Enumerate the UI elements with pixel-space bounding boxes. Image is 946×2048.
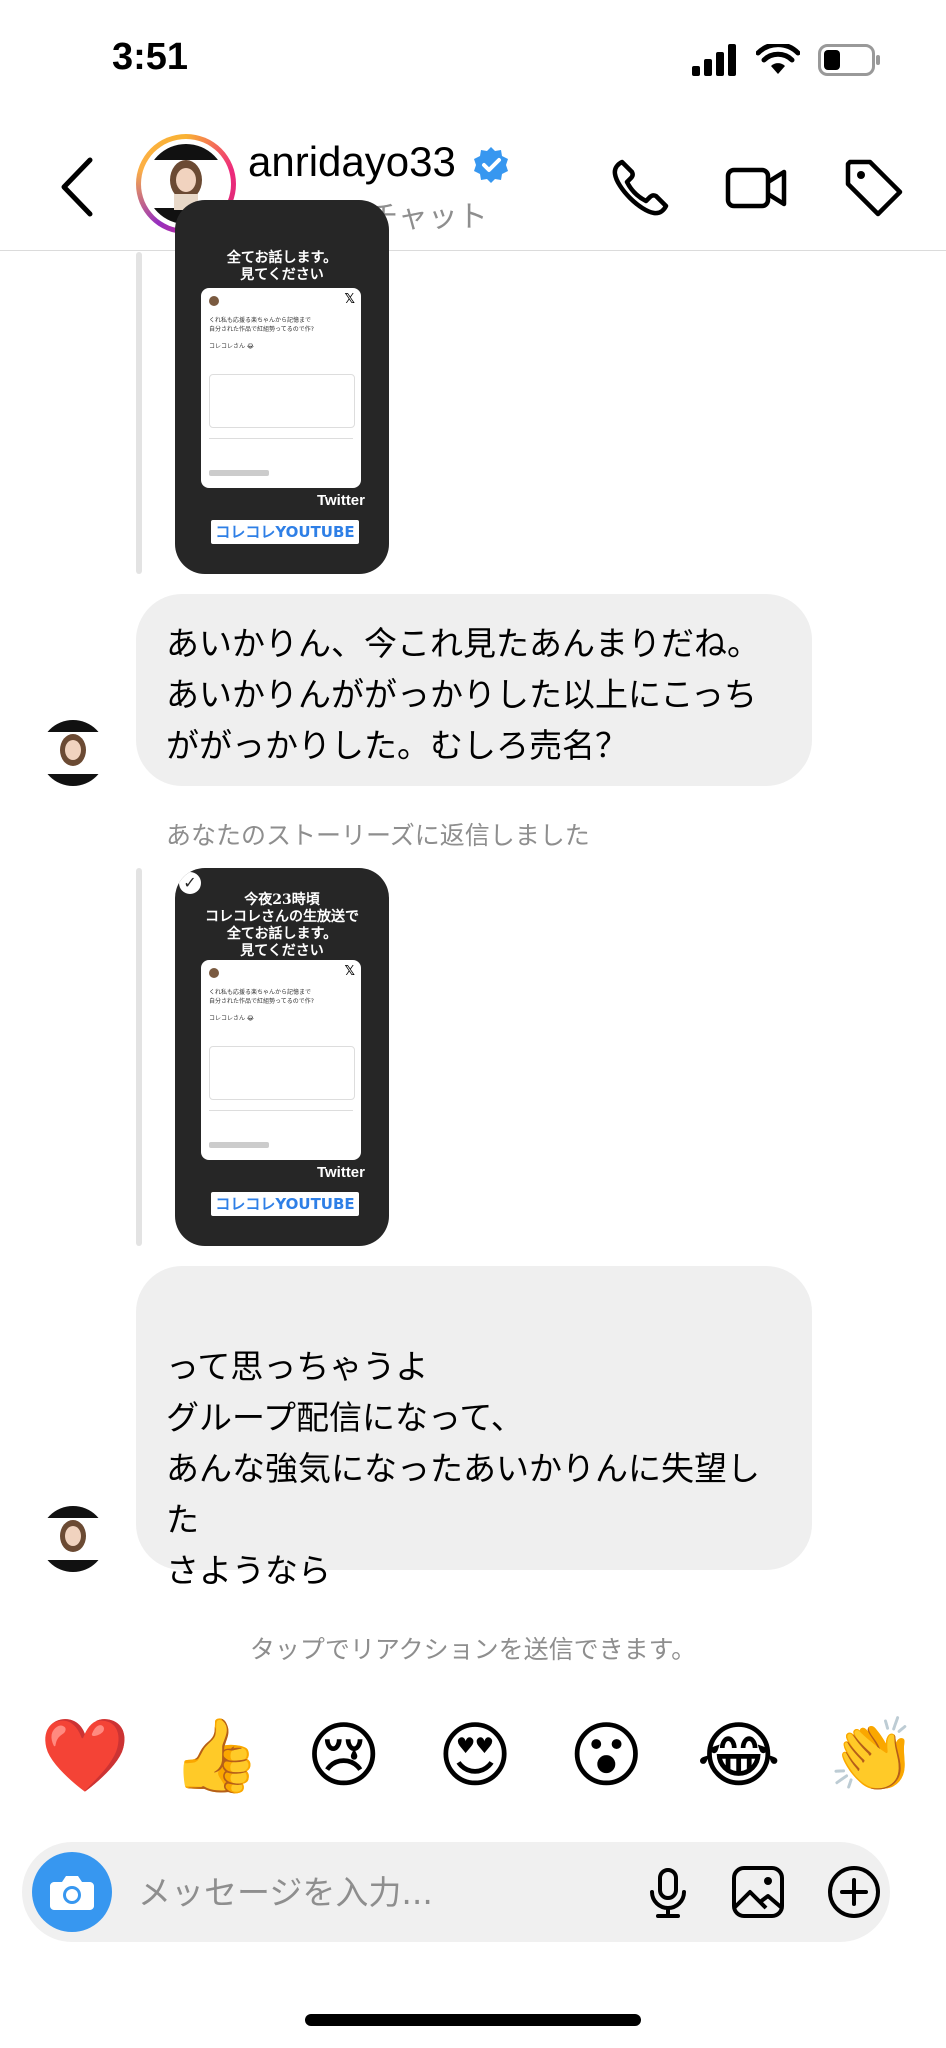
tweet-line: コレコレさん 😂 bbox=[209, 1015, 254, 1022]
video-call-icon[interactable] bbox=[724, 156, 788, 220]
microphone-icon[interactable] bbox=[640, 1864, 696, 1920]
tweet-card: 𝕏 くれ私も応援る楽ちゃんから記憶まで 自分された作品で紅組勢ってるので作? コ… bbox=[201, 960, 361, 1160]
reply-indicator bbox=[136, 868, 142, 1246]
tweet-line: くれ私も応援る楽ちゃんから記憶まで bbox=[209, 317, 312, 324]
quoted-tweet bbox=[209, 1046, 355, 1100]
status-time: 3:51 bbox=[112, 36, 189, 78]
verified-badge-icon bbox=[474, 147, 508, 183]
reaction-heart-eyes[interactable]: 😍 bbox=[434, 1714, 516, 1796]
reaction-crying[interactable]: 😢 bbox=[303, 1714, 385, 1796]
tweet-avatar bbox=[209, 968, 219, 978]
quick-reactions: ❤️ 👍 😢 😍 😮 😂 👏 bbox=[40, 1714, 918, 1796]
sender-avatar[interactable] bbox=[40, 1506, 106, 1572]
message-composer bbox=[22, 1842, 890, 1942]
x-logo-icon: 𝕏 bbox=[344, 292, 355, 307]
back-icon[interactable] bbox=[54, 156, 102, 218]
tweet-avatar bbox=[209, 296, 219, 306]
story-twitter-label: Twitter bbox=[316, 1164, 365, 1181]
phone-icon[interactable] bbox=[608, 156, 672, 220]
story-reply-note: あなたのストーリーズに返信しました bbox=[166, 821, 590, 850]
story-link-sticker: コレコレYOUTUBE bbox=[211, 1192, 359, 1216]
message-text: って思っちゃうよ グループ配信になって、 あんな強気になったあいかりんに失望した… bbox=[166, 1347, 760, 1590]
reaction-surprised[interactable]: 😮 bbox=[565, 1714, 647, 1796]
story-headline-line: 見てください bbox=[240, 267, 324, 283]
reaction-laughing[interactable]: 😂 bbox=[697, 1714, 781, 1796]
tweet-card: 𝕏 くれ私も応援る楽ちゃんから記憶まで 自分された作品で紅組勢ってるので作? コ… bbox=[201, 288, 361, 488]
gallery-icon[interactable] bbox=[730, 1864, 786, 1920]
story-thumbnail[interactable]: ✓ 今夜23時頃 コレコレさんの生放送で 全てお話します。 見てください 𝕏 く… bbox=[175, 868, 389, 1246]
sender-avatar[interactable] bbox=[40, 720, 106, 786]
story-check-icon: ✓ bbox=[179, 872, 201, 894]
add-icon[interactable] bbox=[826, 1864, 882, 1920]
story-headline-line: 今夜23時頃 bbox=[244, 892, 320, 908]
story-thumbnail[interactable]: 全てお話します。 見てください 𝕏 くれ私も応援る楽ちゃんから記憶まで 自分され… bbox=[175, 200, 389, 574]
reaction-thumbs-up[interactable]: 👍 bbox=[171, 1714, 261, 1796]
reaction-heart[interactable]: ❤️ bbox=[40, 1714, 130, 1796]
contact-name[interactable]: anridayo33 bbox=[248, 138, 456, 186]
story-headline-line: 全てお話します。 bbox=[226, 926, 338, 942]
story-headline-line: 見てください bbox=[240, 943, 324, 959]
wifi-icon bbox=[756, 44, 800, 74]
signal-icon bbox=[692, 44, 736, 76]
tweet-line: くれ私も応援る楽ちゃんから記憶まで bbox=[209, 989, 312, 996]
story-headline-line: 全てお話します。 bbox=[226, 250, 338, 266]
battery-icon bbox=[818, 44, 880, 76]
reaction-clapping[interactable]: 👏 bbox=[828, 1714, 918, 1796]
camera-button[interactable] bbox=[32, 1852, 112, 1932]
quoted-tweet bbox=[209, 374, 355, 428]
home-indicator bbox=[305, 2014, 641, 2026]
tag-icon[interactable] bbox=[842, 156, 906, 220]
tweet-line: 自分された作品で紅組勢ってるので作? bbox=[209, 998, 314, 1005]
tweet-line: 自分された作品で紅組勢ってるので作? bbox=[209, 326, 314, 333]
story-link-sticker: コレコレYOUTUBE bbox=[211, 520, 359, 544]
message-bubble[interactable]: あいかりん、今これ見たあんまりだね。あいかりんががっかりした以上にこっちががっか… bbox=[136, 594, 812, 786]
message-input[interactable] bbox=[138, 1870, 578, 1914]
tweet-line: コレコレさん 😂 bbox=[209, 343, 254, 350]
status-icons bbox=[692, 40, 882, 80]
message-text: あいかりん、今これ見たあんまりだね。あいかりんががっかりした以上にこっちががっか… bbox=[166, 624, 760, 765]
chat-header: anridayo33 ビジネスチャット bbox=[0, 122, 946, 251]
reply-indicator bbox=[136, 252, 142, 574]
message-bubble[interactable]: って思っちゃうよ グループ配信になって、 あんな強気になったあいかりんに失望した… bbox=[136, 1266, 812, 1590]
story-headline-line: コレコレさんの生放送で bbox=[205, 909, 359, 925]
x-logo-icon: 𝕏 bbox=[344, 964, 355, 979]
reaction-hint: タップでリアクションを送信できます。 bbox=[249, 1635, 697, 1664]
camera-icon bbox=[50, 1876, 94, 1910]
story-twitter-label: Twitter bbox=[316, 492, 365, 509]
